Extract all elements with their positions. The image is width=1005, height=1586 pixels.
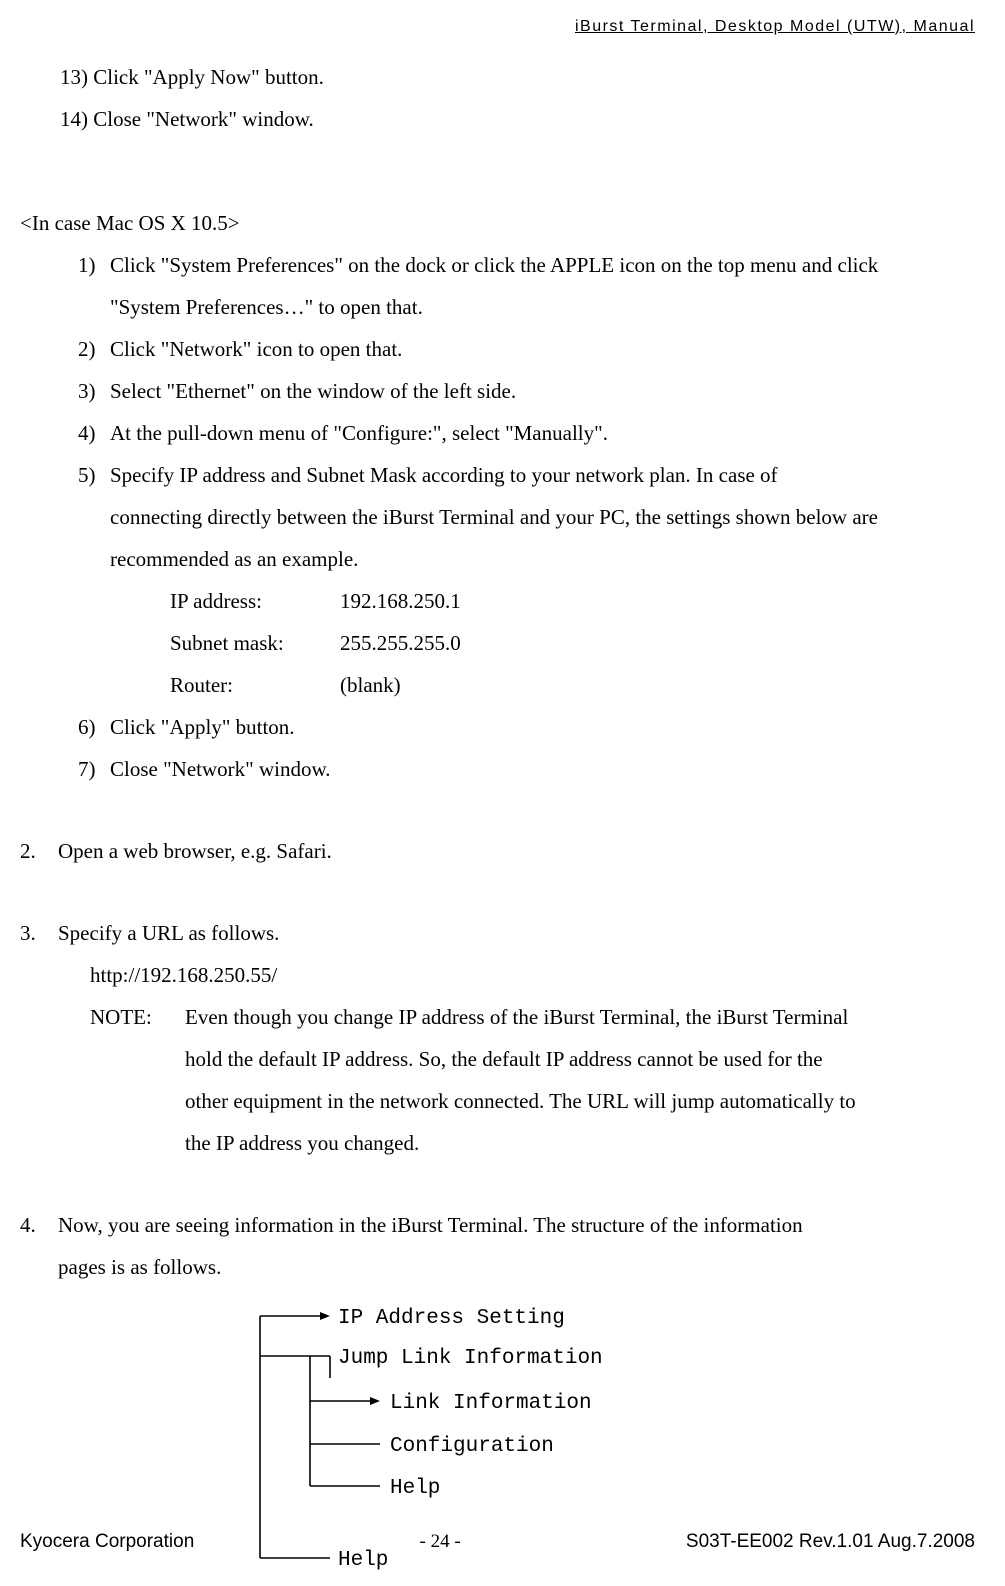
step-text: Close "Network" window. [110, 757, 331, 781]
step-text: Now, you are seeing information in the i… [58, 1213, 803, 1237]
note-label: NOTE: [90, 996, 185, 1038]
settings-block: IP address:192.168.250.1 Subnet mask:255… [20, 580, 975, 706]
note-line-4: the IP address you changed. [20, 1122, 975, 1164]
step-6: 6)Click "Apply" button. [78, 706, 975, 748]
step-num: 3) [78, 370, 110, 412]
note-line-1: NOTE:Even though you change IP address o… [20, 996, 975, 1038]
tree-node-config: Configuration [390, 1435, 554, 1458]
step-num: 5) [78, 454, 110, 496]
setting-value: 255.255.255.0 [340, 622, 461, 664]
setting-label: Subnet mask: [170, 622, 340, 664]
step-4: 4)At the pull-down menu of "Configure:",… [78, 412, 975, 454]
footer-company: Kyocera Corporation [20, 1531, 194, 1553]
note-line-3: other equipment in the network connected… [20, 1080, 975, 1122]
setting-value: (blank) [340, 664, 401, 706]
step-5-cont2: recommended as an example. [78, 538, 975, 580]
step-2: 2)Click "Network" icon to open that. [78, 328, 975, 370]
note-text: Even though you change IP address of the… [185, 1005, 848, 1029]
url-line: http://192.168.250.55/ [20, 954, 975, 996]
step-num: 3. [20, 912, 58, 954]
step-num: 2. [20, 830, 58, 872]
step-text: At the pull-down menu of "Configure:", s… [110, 421, 608, 445]
tree-node-ip: IP Address Setting [338, 1307, 565, 1330]
step-num: 4. [20, 1204, 58, 1246]
prev-step-14: 14) Close "Network" window. [20, 98, 975, 140]
main-step-3: 3.Specify a URL as follows. [20, 912, 975, 954]
step-text: Open a web browser, e.g. Safari. [58, 839, 332, 863]
step-5-cont1: connecting directly between the iBurst T… [78, 496, 975, 538]
note-line-2: hold the default IP address. So, the def… [20, 1038, 975, 1080]
prev-step-13: 13) Click "Apply Now" button. [20, 56, 975, 98]
tree-node-link: Link Information [390, 1392, 592, 1415]
setting-label: IP address: [170, 580, 340, 622]
setting-ip: IP address:192.168.250.1 [170, 580, 975, 622]
step-text: Select "Ethernet" on the window of the l… [110, 379, 516, 403]
step-num: 7) [78, 748, 110, 790]
page-footer: Kyocera Corporation - 24 - S03T-EE002 Re… [20, 1531, 975, 1553]
footer-page: - 24 - [420, 1531, 461, 1553]
footer-rev: S03T-EE002 Rev.1.01 Aug.7.2008 [686, 1531, 975, 1553]
step-text: Click "Apply" button. [110, 715, 295, 739]
step-text: Click "System Preferences" on the dock o… [110, 253, 878, 277]
step-text: Specify a URL as follows. [58, 921, 279, 945]
step-7: 7)Close "Network" window. [78, 748, 975, 790]
tree-node-jump: Jump Link Information [338, 1347, 603, 1370]
step-1-cont: "System Preferences…" to open that. [78, 286, 975, 328]
doc-header: iBurst Terminal, Desktop Model (UTW), Ma… [575, 18, 975, 36]
setting-value: 192.168.250.1 [340, 580, 461, 622]
step-5: 5)Specify IP address and Subnet Mask acc… [78, 454, 975, 496]
step-num: 1) [78, 244, 110, 286]
step-num: 2) [78, 328, 110, 370]
step-num: 4) [78, 412, 110, 454]
step-text: Click "Network" icon to open that. [110, 337, 402, 361]
main-step-2: 2.Open a web browser, e.g. Safari. [20, 830, 975, 872]
page-content: 13) Click "Apply Now" button. 14) Close … [20, 56, 975, 1586]
setting-subnet: Subnet mask:255.255.255.0 [170, 622, 975, 664]
setting-router: Router:(blank) [170, 664, 975, 706]
setting-label: Router: [170, 664, 340, 706]
step-3: 3)Select "Ethernet" on the window of the… [78, 370, 975, 412]
tree-node-help-sub: Help [390, 1477, 440, 1500]
step-1: 1)Click "System Preferences" on the dock… [78, 244, 975, 286]
step-text: Specify IP address and Subnet Mask accor… [110, 463, 778, 487]
main-step-4: 4.Now, you are seeing information in the… [20, 1204, 975, 1246]
step-num: 6) [78, 706, 110, 748]
case-heading: <In case Mac OS X 10.5> [20, 202, 975, 244]
main-step-4-cont: pages is as follows. [20, 1246, 975, 1288]
